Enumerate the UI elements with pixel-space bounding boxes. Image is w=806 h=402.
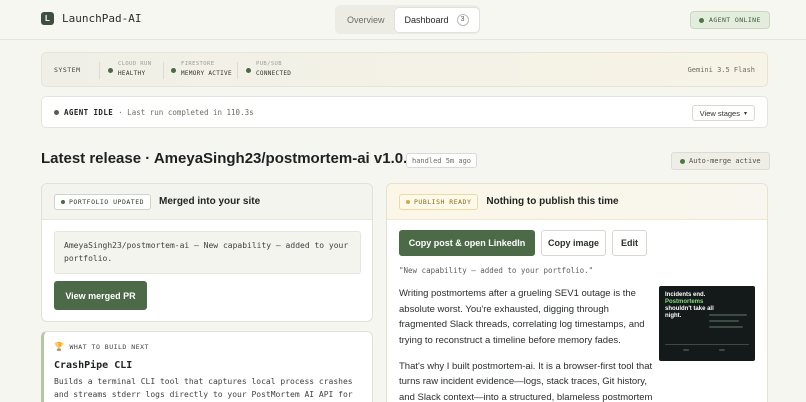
system-item-key: PUB/SUB [256,61,282,67]
system-item-value: MEMORY ACTIVE [181,70,232,77]
post-quote: "New capability — added to your portfoli… [399,266,594,275]
badge-dot-icon [61,199,65,204]
agent-run-info: AGENT IDLE · Last run completed in 110.3… [54,108,254,117]
auto-merge-badge: Auto-merge active [671,152,770,170]
view-stages-label: View stages [699,108,740,118]
agent-status-badge: AGENT ONLINE [690,11,770,29]
thumbnail-decoration [709,320,739,322]
tab-dashboard-count: 3 [456,13,469,26]
publish-card: PUBLISH READY Nothing to publish this ti… [386,183,768,402]
system-item-pubsub: PUB/SUB CONNECTED [246,61,291,77]
health-dot-icon [171,68,176,73]
system-item-value: HEALTHY [118,70,146,77]
brand[interactable]: L LaunchPad-AI [41,12,141,25]
system-item-key: FIRESTORE [181,61,215,67]
portfolio-card-title: Merged into your site [159,196,261,207]
post-body: Writing postmortems after a grueling SEV… [399,286,655,402]
view-stages-button[interactable]: View stages ▾ [691,105,755,121]
thumbnail-line: Postmortems [665,298,704,305]
status-dot-icon [699,17,704,23]
thumbnail-decoration [665,344,749,345]
system-item-key: CLOUD RUN [118,61,152,67]
divider [237,62,238,79]
thumbnail-decoration [709,326,743,328]
release-title: Latest release · AmeyaSingh23/postmortem… [41,150,416,167]
auto-merge-dot-icon [680,158,685,164]
model-name: Gemini 3.5 Flash [687,66,755,74]
build-next-card: 🏆 WHAT TO BUILD NEXT CrashPipe CLI Build… [41,331,373,402]
idle-dot-icon [54,110,59,115]
portfolio-status-badge: PORTFOLIO UPDATED [54,193,152,210]
tab-overview[interactable]: Overview [337,9,395,31]
system-item-firestore: FIRESTORE MEMORY ACTIVE [171,61,232,77]
copy-image-button[interactable]: Copy image [541,230,606,256]
app-name: LaunchPad-AI [62,12,142,25]
tab-dashboard-label: Dashboard [404,14,449,25]
thumbnail-line: shouldn't take all [665,305,714,312]
agent-status-label: AGENT ONLINE [709,16,761,24]
publish-card-title: Nothing to publish this time [486,196,619,207]
publish-status-badge: PUBLISH READY [399,193,479,210]
handled-badge: handled 5m ago [406,153,478,168]
system-item-value: CONNECTED [256,70,292,77]
post-image-thumbnail[interactable]: Incidents end. Postmortems shouldn't tak… [659,286,755,361]
top-bar: L LaunchPad-AI Overview Dashboard 3 AGEN… [0,0,806,40]
divider [163,62,164,79]
merge-message: AmeyaSingh23/postmortem-ai — New capabil… [54,231,361,274]
build-next-title: CrashPipe CLI [54,360,133,371]
post-paragraph: Writing postmortems after a grueling SEV… [399,288,645,347]
portfolio-badge-label: PORTFOLIO UPDATED [69,197,145,206]
portfolio-card: PORTFOLIO UPDATED Merged into your site … [41,183,373,322]
thumbnail-line: Incidents end. [665,292,706,298]
badge-dot-icon [406,199,410,204]
thumbnail-decoration [709,314,747,316]
agent-run-status: AGENT IDLE · Last run completed in 110.3… [41,96,768,128]
copy-post-linkedin-button[interactable]: Copy post & open LinkedIn [399,230,535,256]
health-dot-icon [246,68,251,73]
post-paragraph: That's why I built postmortem-ai. It is … [399,360,653,402]
portfolio-card-header: PORTFOLIO UPDATED Merged into your site [42,184,372,220]
health-dot-icon [108,68,113,73]
system-label: SYSTEM [54,66,81,74]
app-logo: L [41,12,54,25]
edit-button[interactable]: Edit [612,230,647,256]
divider [99,62,100,79]
thumbnail-decoration [719,349,725,351]
publish-card-header: PUBLISH READY Nothing to publish this ti… [387,184,767,220]
tab-dashboard[interactable]: Dashboard 3 [394,7,479,32]
view-merged-pr-button[interactable]: View merged PR [54,281,147,310]
agent-run-text: · Last run completed in 110.3s [118,108,254,117]
trophy-icon: 🏆 [54,342,65,351]
system-item-cloud-run: CLOUD RUN HEALTHY [108,61,151,77]
auto-merge-label: Auto-merge active [689,157,761,165]
chevron-down-icon: ▾ [743,110,747,117]
thumbnail-decoration [683,349,689,351]
agent-run-title: AGENT IDLE [64,108,114,117]
view-tabs: Overview Dashboard 3 [335,5,480,34]
publish-badge-label: PUBLISH READY [414,197,472,206]
build-next-label-text: WHAT TO BUILD NEXT [69,342,149,351]
system-status-bar: SYSTEM CLOUD RUN HEALTHY FIRESTORE MEMOR… [41,52,768,87]
build-next-label: 🏆 WHAT TO BUILD NEXT [54,342,149,351]
build-next-description: Builds a terminal CLI tool that captures… [54,377,353,399]
